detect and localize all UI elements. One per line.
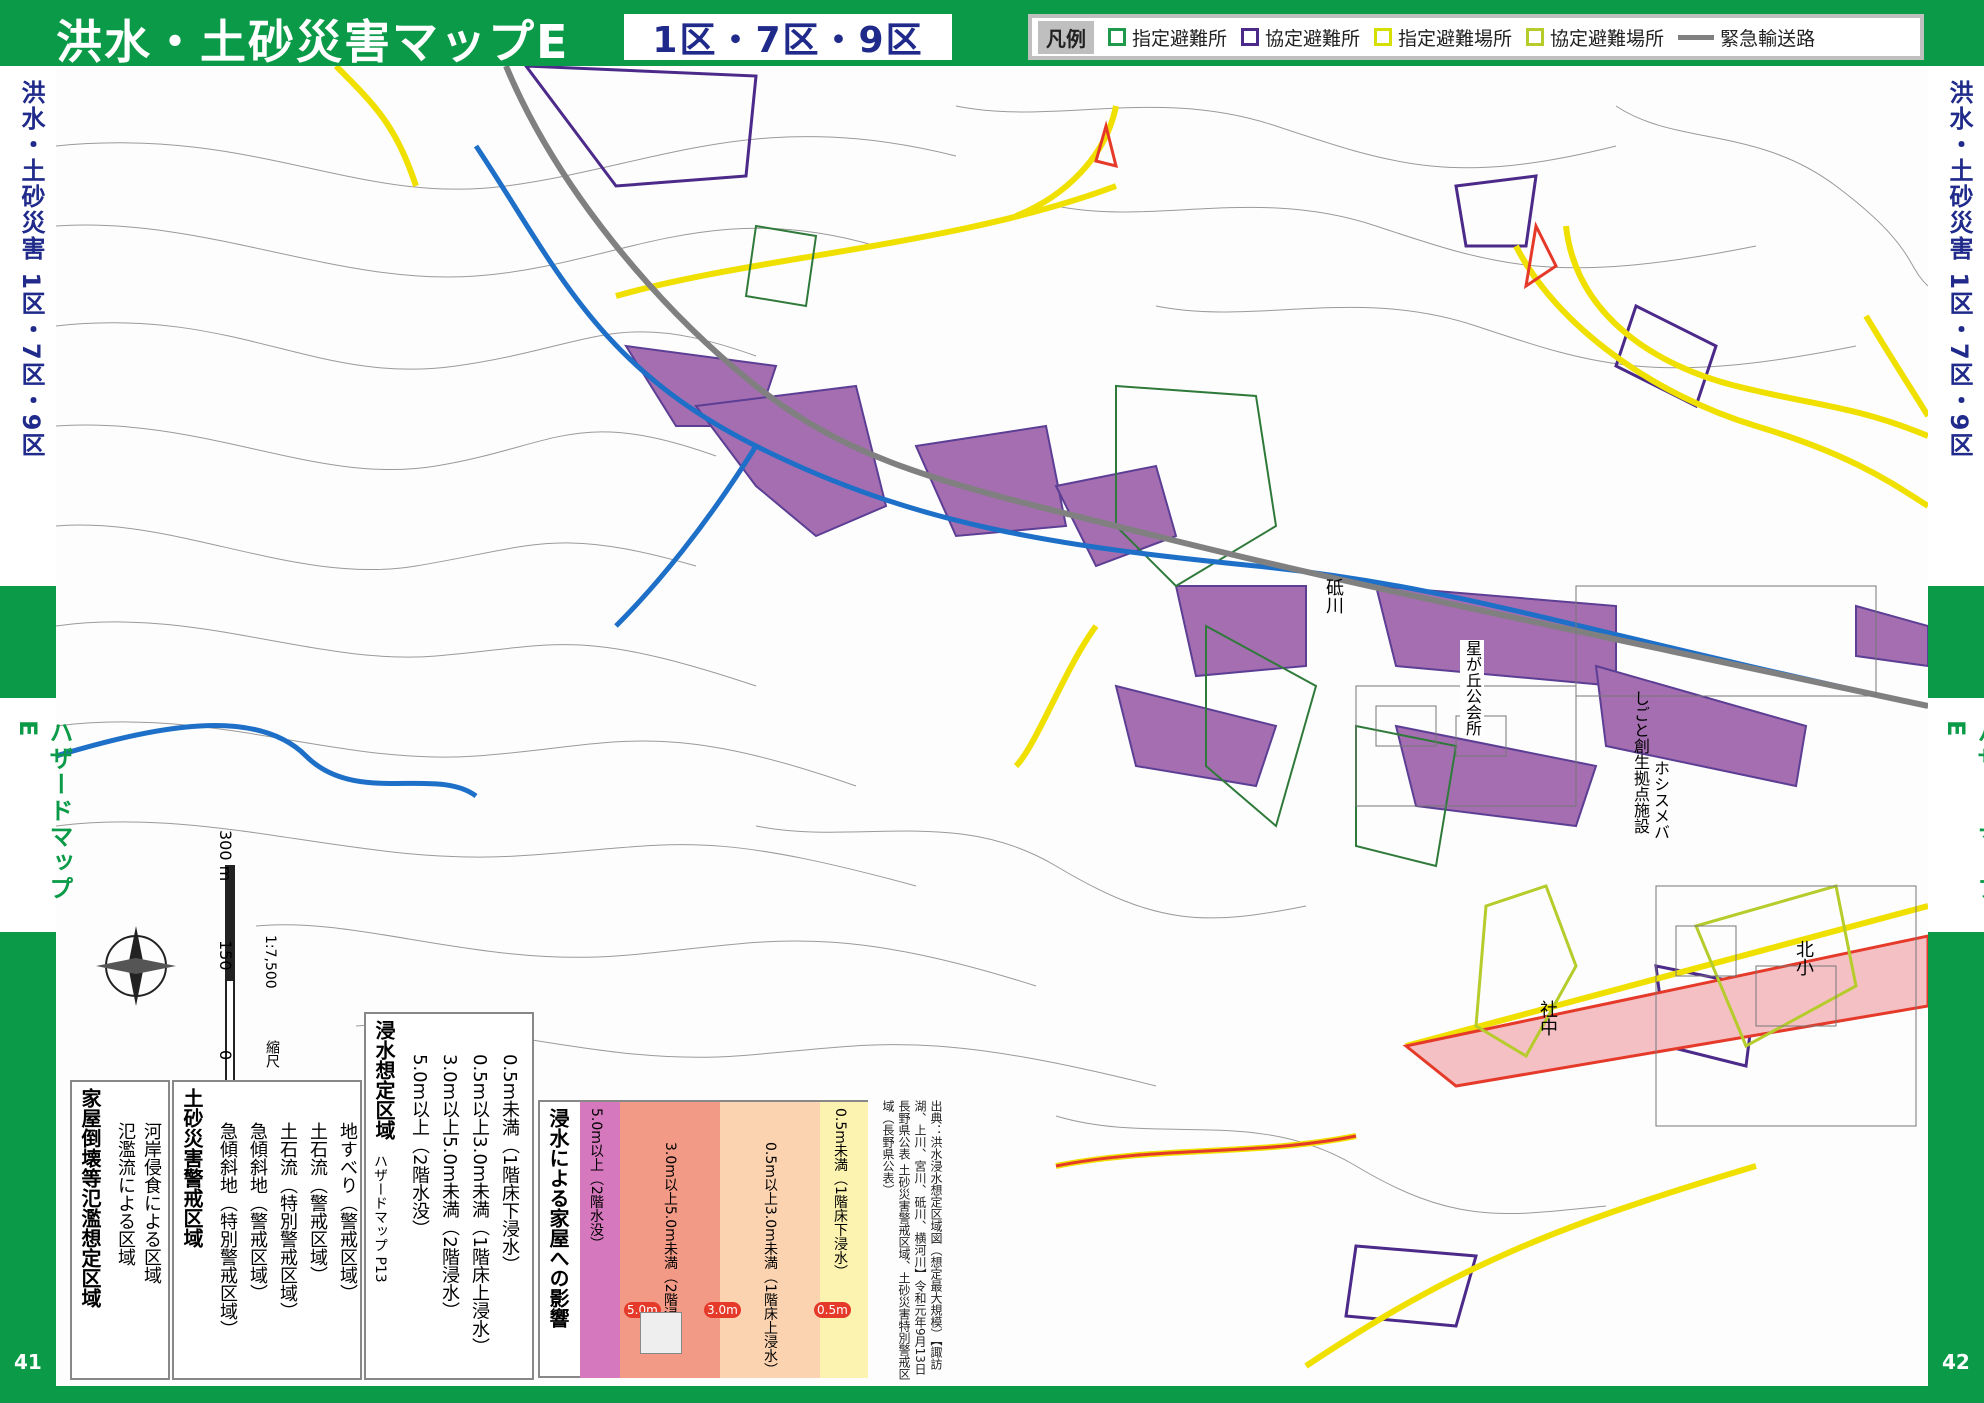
impact-col-3-label: 0.5m以上3.0m未満（1階床上浸水） [762,1142,778,1377]
inundation-item-2: 3.0m以上5.0m未満（2階浸水） [439,1054,460,1320]
facility2-label: ホシスメバ [1651,760,1670,840]
left-bottom-block [0,932,56,1403]
impact-panel: 浸水による家屋への影響 5.0m以上（2階水没） 3.0m以上5.0m未満（2階… [538,1100,868,1378]
side-label-left-bottom: ハザードマップE [14,720,73,902]
left-mid-block [0,586,56,698]
right-mid-block [1928,586,1984,698]
scale-label: 縮尺 [264,1040,280,1068]
shelter-icon [1108,28,1126,46]
scale-tick-150: 150 [216,940,235,971]
sediment-item-3: 土石流（特別警戒区域） [277,1122,298,1320]
scale-tick-300: 300 m [216,830,235,882]
place-icon [1526,28,1545,46]
sediment-item-5: 地すべり（警戒区域） [337,1122,358,1302]
flood-item-1: 氾濫流による区域 [115,1122,136,1266]
depth-mark-3: 3.0m [704,1302,741,1318]
legend-item-agreement-shelter: 協定避難所 [1241,24,1360,51]
river-label: 砥川 [1323,578,1344,614]
scale-tick-0: 0 [216,1050,235,1061]
legend-item-designated-shelter: 指定避難所 [1108,24,1227,51]
page-number-left: 41 [14,1350,42,1374]
legend-bar: 凡例 指定避難所 協定避難所 指定避難場所 協定避難場所 緊急輸送路 [1028,14,1924,60]
school1-label: 社中 [1537,1000,1558,1036]
sediment-item-1: 急傾斜地（特別警戒区域） [217,1122,238,1338]
impact-col-1-label: 5.0m以上（2階水没） [588,1108,604,1251]
house-icon [640,1312,682,1354]
bottom-bar [0,1386,1984,1403]
flood-item-2: 河岸侵食による区域 [141,1122,162,1284]
left-top-block [0,0,56,66]
legend-label: 指定避難所 [1132,27,1228,50]
right-top-block [1928,0,1984,66]
sediment-item-2: 急傾斜地（警戒区域） [247,1122,268,1302]
legend-label: 緊急輸送路 [1720,27,1816,50]
legend-item-emergency-road: 緊急輸送路 [1678,24,1815,51]
legend-label: 協定避難所 [1265,27,1361,50]
side-label-left-top: 洪水・土砂災害 1区・7区・9区 [17,80,45,459]
flood-collapse-title: 家屋倒壊等氾濫想定区域 [78,1088,102,1308]
sources-label: 出典：洪水浸水想定区域図（想定最大規模）【諏訪湖、上川、宮川、砥川、横河川】令和… [881,1100,943,1380]
inundation-item-4: 0.5m未満（1階床下浸水） [499,1054,520,1274]
sediment-title: 土砂災害警戒区域 [180,1088,204,1248]
legend-item-agreement-place: 協定避難場所 [1526,24,1664,51]
side-label-right-bottom: ハザードマップE [1942,720,1984,902]
scale-bar [225,865,235,1097]
place-icon [1374,28,1393,46]
road-line-icon [1678,34,1715,40]
right-bottom-block [1928,932,1984,1403]
inundation-title: 浸水想定区域 [372,1020,396,1140]
inundation-ref: ハザードマップ P13 [372,1154,388,1283]
legend-heading: 凡例 [1038,20,1094,54]
inundation-panel: 浸水想定区域 ハザードマップ P13 5.0m以上（2階水没） 3.0m以上5.… [364,1012,534,1380]
impact-title: 浸水による家屋への影響 [546,1108,570,1328]
areas-label: 1区・7区・9区 [624,14,952,61]
legend-item-designated-place: 指定避難場所 [1374,24,1512,51]
sources-text: 出典：洪水浸水想定区域図（想定最大規模）【諏訪湖、上川、宮川、砥川、横河川】令和… [880,1100,990,1380]
sediment-panel: 土砂災害警戒区域 急傾斜地（特別警戒区域） 急傾斜地（警戒区域） 土石流（特別警… [172,1080,362,1380]
side-label-right-top: 洪水・土砂災害 1区・7区・9区 [1945,80,1973,459]
flood-collapse-panel: 家屋倒壊等氾濫想定区域 氾濫流による区域 河岸侵食による区域 [70,1080,170,1380]
school2-label: 北小 [1793,940,1814,976]
page-title: 洪水・土砂災害マップE [56,15,570,69]
inundation-item-1: 5.0m以上（2階水没） [409,1054,430,1238]
impact-col-4-label: 0.5m未満（1階床下浸水） [832,1108,848,1279]
legend-label: 指定避難場所 [1398,27,1513,50]
legend-label: 協定避難場所 [1550,27,1665,50]
page-number-right: 42 [1942,1350,1970,1374]
depth-mark-05: 0.5m [814,1302,851,1318]
inundation-item-3: 0.5m以上3.0m未満（1階床上浸水） [469,1054,490,1356]
scale-ratio: 1:7,500 [262,935,278,989]
hall-label: 星が丘公会所 [1460,640,1484,736]
sediment-item-4: 土石流（警戒区域） [307,1122,328,1284]
shelter-icon [1241,28,1260,46]
